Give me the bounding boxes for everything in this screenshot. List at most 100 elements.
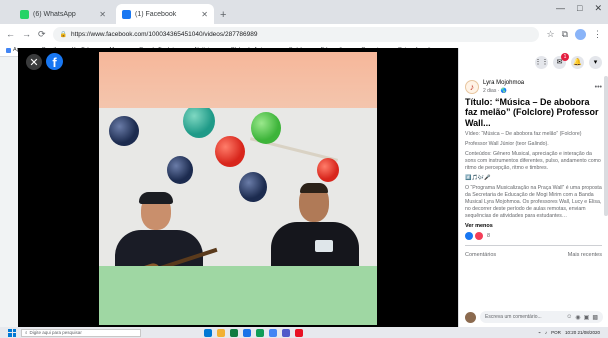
balloon [167,156,193,184]
emoji-icon[interactable]: ☺ [566,314,572,321]
back-icon[interactable]: ← [6,29,15,39]
comment-input[interactable]: Escreva um comentário... ☺ ◉ ▣ ▩ [480,311,603,323]
close-icon[interactable]: ✕ [26,54,42,70]
taskbar-app-icon[interactable] [256,328,264,337]
messenger-icon[interactable]: ✉ 1 [553,52,569,69]
balloon [251,112,281,144]
post-author[interactable]: Lyra Mojohmoa [483,80,524,87]
new-tab-button[interactable]: + [220,9,226,24]
facebook-logo-icon[interactable]: f [46,53,63,70]
taskbar-app-icon[interactable] [217,328,225,337]
menu-icon[interactable]: ⋮ [593,29,602,40]
post-paragraph: Conteúdos: Gênero Musical, apreciação e … [465,151,601,172]
lock-icon: 🔒 [59,31,68,38]
love-reaction-icon [475,232,483,241]
page-avatar[interactable]: ♪ [465,80,479,94]
notification-badge: 1 [561,52,569,61]
comment-composer: Escreva um comentário... ☺ ◉ ▣ ▩ [459,311,608,323]
language-indicator[interactable]: POR [551,330,561,335]
forward-icon[interactable]: → [22,29,31,39]
clock-time: 10:20 [564,330,577,335]
window-controls: — □ ✕ [556,3,602,14]
tab-whatsapp[interactable]: (6) WhatsApp ✕ [14,4,112,24]
reload-icon[interactable]: ⟳ [38,29,46,40]
user-avatar [465,311,476,323]
tab-facebook[interactable]: (1) Facebook ✕ [116,4,214,24]
post-header: ♪ Lyra Mojohmoa 2 dias · 🌎 ••• [459,76,608,94]
maximize-button[interactable]: □ [577,3,582,14]
clock-date: 21/08/2020 [577,330,600,335]
tab-title: (6) WhatsApp [33,10,76,18]
sticker-icon[interactable]: ▩ [592,314,598,321]
tab-close-icon[interactable]: ✕ [99,10,106,19]
musician-percussion [263,183,363,266]
post-meta: 2 dias · 🌎 [483,87,508,94]
taskbar-search-placeholder: Digite aqui para pesquisar [29,330,82,335]
post-paragraph: #️⃣🎵🎶🎤 [465,175,491,182]
video-scene [99,108,377,266]
reaction-count: 8 [487,233,491,240]
minimize-button[interactable]: — [556,3,565,14]
star-icon[interactable]: ☆ [546,29,554,40]
gif-icon[interactable]: ▣ [584,314,590,321]
comment-tool-icons: ☺ ◉ ▣ ▩ [566,314,598,321]
windows-start-icon[interactable] [8,328,16,337]
more-options-icon[interactable]: ••• [595,84,602,91]
video-bottom-band [99,266,377,325]
balloon [317,158,339,182]
taskbar-app-icon[interactable] [204,328,212,337]
taskbar: ⌕ Digite aqui para pesquisar ⌁ ♪ POR 10:… [0,327,608,338]
bookmark-favicon-icon [6,47,11,53]
taskbar-app-icon[interactable] [295,328,303,337]
tab-title: (1) Facebook [135,10,177,18]
tab-close-icon[interactable]: ✕ [201,10,208,19]
post-side-panel: ⋮⋮ ✉ 1 🔔 ▾ ♪ Lyra Mojohmoa 2 dias · 🌎 •••… [458,48,608,327]
post-paragraph: Vídeo: “Música – De abobora faz melão” (… [465,131,582,138]
divider [465,245,602,247]
volume-icon[interactable]: ♪ [545,330,547,335]
post-description: Vídeo: “Música – De abobora faz melão” (… [459,128,608,220]
search-icon: ⌕ [25,330,28,335]
url-input[interactable]: 🔒 https://www.facebook.com/1000343654510… [52,26,540,42]
taskbar-app-icon[interactable] [269,328,277,337]
clock[interactable]: 10:20 21/08/2020 [565,330,600,335]
comment-placeholder: Escreva um comentário... [485,314,542,320]
system-tray: ⌁ ♪ POR 10:20 21/08/2020 [538,330,600,336]
camera-icon[interactable]: ◉ [575,314,580,321]
toolbar-icons: ☆ ⧉ ⋮ [546,28,602,40]
taskbar-search-input[interactable]: ⌕ Digite aqui para pesquisar [21,328,141,337]
screen: (6) WhatsApp ✕ (1) Facebook ✕ + — □ ✕ ← … [0,0,608,338]
facebook-favicon-icon [122,9,131,19]
comments-sort-dropdown[interactable]: Mais recentes [568,252,602,258]
address-bar-row: ← → ⟳ 🔒 https://www.facebook.com/1000343… [0,24,608,44]
grid-menu-icon[interactable]: ⋮⋮ [535,55,549,69]
panel-header: ⋮⋮ ✉ 1 🔔 ▾ [459,48,608,76]
profile-avatar-icon[interactable] [575,28,586,40]
scrollbar[interactable] [604,76,608,216]
balloon [109,116,139,146]
comments-header: Comentários Mais recentes [459,248,608,262]
taskbar-apps [204,328,303,337]
network-icon[interactable]: ⌁ [538,330,541,336]
post-title: Título: “Música – De abobora faz melão” … [465,97,599,128]
whatsapp-favicon-icon [20,9,29,19]
extensions-icon[interactable]: ⧉ [562,29,568,40]
comments-label: Comentários [465,252,497,259]
url-text: https://www.facebook.com/100034365451040… [71,30,258,38]
taskbar-app-icon[interactable] [243,328,251,337]
browser-tab-strip: (6) WhatsApp ✕ (1) Facebook ✕ + — □ ✕ [0,0,608,24]
musician-ukulele [111,192,218,266]
reactions-summary[interactable]: 8 [459,229,608,243]
post-paragraph: O “Programa Musicalização na Praça Wall”… [465,185,602,220]
close-window-button[interactable]: ✕ [594,3,602,14]
video-top-band [99,52,377,108]
balloon [215,136,245,167]
post-paragraph: Professor Wall Júnior (teor Galindo). [465,141,549,148]
notifications-icon[interactable]: 🔔 [571,55,584,69]
like-reaction-icon [465,232,473,241]
balloon [183,108,215,138]
taskbar-app-icon[interactable] [282,328,290,337]
account-icon[interactable]: ▾ [589,55,602,69]
video-player[interactable] [99,52,377,325]
taskbar-app-icon[interactable] [230,328,238,337]
